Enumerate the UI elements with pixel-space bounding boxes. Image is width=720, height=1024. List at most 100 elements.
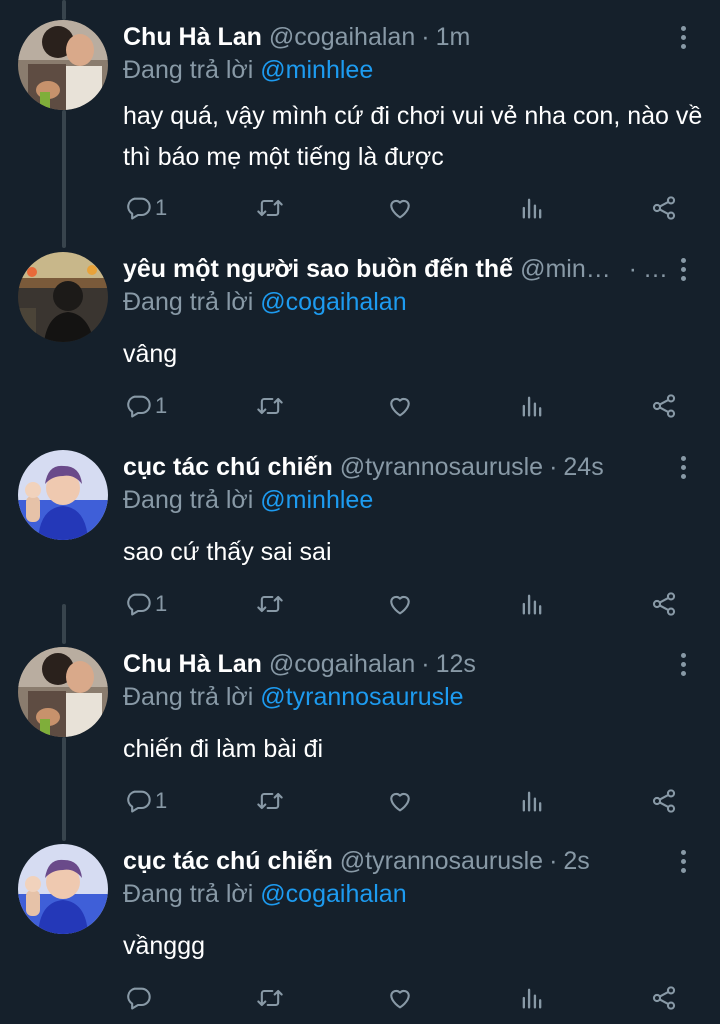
more-options-icon[interactable]: [672, 22, 694, 52]
like-button[interactable]: [386, 981, 414, 1015]
avatar[interactable]: [18, 450, 108, 540]
analytics-button[interactable]: [518, 191, 546, 225]
reply-count: 1: [155, 788, 168, 813]
avatar[interactable]: [18, 844, 108, 934]
tweet-header: cục tác chú chiến @tyrannosaurusle · 24s: [123, 450, 668, 484]
replying-to-mention[interactable]: @tyrannosaurusle: [260, 683, 463, 711]
tweet-actions: [0, 981, 720, 1015]
share-button[interactable]: [650, 191, 678, 225]
analytics-icon: [522, 396, 542, 417]
tweet-text: sao cứ thấy sai sai: [123, 538, 332, 566]
retweet-button[interactable]: [256, 389, 284, 423]
share-icon: [652, 394, 676, 418]
like-icon: [390, 595, 410, 615]
replying-to-mention[interactable]: @minhlee: [260, 486, 373, 514]
reply-button[interactable]: 1: [124, 191, 167, 225]
analytics-button[interactable]: [518, 587, 546, 621]
tweet-actions: 1: [0, 389, 720, 423]
tweet-header: Chu Hà Lan @cogaihalan · 12s: [123, 647, 668, 681]
username[interactable]: @tyrannosaurusle: [340, 844, 543, 878]
share-button[interactable]: [650, 587, 678, 621]
tweet[interactable]: Chu Hà Lan @cogaihalan · 12s Đang trả lờ…: [0, 647, 720, 827]
username[interactable]: @minhlee: [520, 252, 623, 286]
retweet-button[interactable]: [256, 191, 284, 225]
display-name[interactable]: Chu Hà Lan: [123, 20, 262, 54]
timestamp[interactable]: 2s: [563, 844, 589, 878]
share-button[interactable]: [650, 389, 678, 423]
more-options-icon[interactable]: [672, 649, 694, 679]
username[interactable]: @cogaihalan: [269, 20, 415, 54]
like-icon: [390, 199, 410, 219]
retweet-icon: [257, 792, 283, 810]
retweet-icon: [257, 397, 283, 415]
retweet-icon: [257, 989, 283, 1007]
like-button[interactable]: [386, 784, 414, 818]
avatar[interactable]: [18, 252, 108, 342]
reply-icon: [127, 197, 151, 220]
like-icon: [390, 792, 410, 812]
tweet[interactable]: yêu một người sao buồn đến thế @minhlee …: [0, 252, 720, 432]
replying-to-mention[interactable]: @minhlee: [260, 56, 373, 84]
avatar[interactable]: [18, 20, 108, 110]
tweet-text: vâng: [123, 340, 178, 368]
tweet-actions: 1: [0, 784, 720, 818]
display-name[interactable]: cục tác chú chiến: [123, 450, 333, 484]
share-button[interactable]: [650, 981, 678, 1015]
reply-icon: [127, 395, 151, 418]
tweet-text: hay quá, vậy mình cứ đi chơi vui vẻ nha …: [123, 102, 703, 171]
analytics-button[interactable]: [518, 981, 546, 1015]
avatar-image: [18, 20, 108, 110]
analytics-button[interactable]: [518, 784, 546, 818]
analytics-icon: [522, 791, 542, 812]
reply-button[interactable]: 1: [124, 389, 167, 423]
avatar[interactable]: [18, 647, 108, 737]
timestamp[interactable]: 12s: [436, 647, 476, 681]
reply-button[interactable]: 1: [124, 784, 167, 818]
more-options-icon[interactable]: [672, 254, 694, 284]
separator-dot: ·: [421, 650, 430, 678]
tweet[interactable]: cục tác chú chiến @tyrannosaurusle · 2s …: [0, 844, 720, 1024]
replying-to-mention[interactable]: @cogaihalan: [260, 288, 406, 316]
tweet[interactable]: cục tác chú chiến @tyrannosaurusle · 24s…: [0, 450, 720, 630]
retweet-button[interactable]: [256, 981, 284, 1015]
like-button[interactable]: [386, 587, 414, 621]
replying-to-label: Đang trả lời: [123, 288, 254, 316]
replying-to: Đang trả lời @cogaihalan: [123, 878, 407, 910]
reply-count: 1: [155, 393, 168, 418]
tweet[interactable]: Chu Hà Lan @cogaihalan · 1m Đang trả lời…: [0, 20, 720, 230]
like-button[interactable]: [386, 389, 414, 423]
share-icon: [652, 789, 676, 813]
replying-to-mention[interactable]: @cogaihalan: [260, 880, 406, 908]
reply-button[interactable]: 1: [124, 587, 167, 621]
reply-button[interactable]: [124, 981, 155, 1015]
display-name[interactable]: yêu một người sao buồn đến thế: [123, 252, 513, 286]
display-name[interactable]: Chu Hà Lan: [123, 647, 262, 681]
share-button[interactable]: [650, 784, 678, 818]
replying-to-label: Đang trả lời: [123, 486, 254, 514]
username[interactable]: @cogaihalan: [269, 647, 415, 681]
timestamp[interactable]: 1m: [436, 20, 471, 54]
retweet-button[interactable]: [256, 587, 284, 621]
tweet-actions: 1: [0, 587, 720, 621]
analytics-icon: [522, 988, 542, 1009]
replying-to: Đang trả lời @minhlee: [123, 54, 373, 86]
retweet-icon: [257, 595, 283, 613]
replying-to-label: Đang trả lời: [123, 56, 254, 84]
username[interactable]: @tyrannosaurusle: [340, 450, 543, 484]
thread-line: [62, 0, 66, 20]
separator-dot: ·: [549, 453, 558, 481]
more-options-icon[interactable]: [672, 846, 694, 876]
more-options-icon[interactable]: [672, 452, 694, 482]
like-button[interactable]: [386, 191, 414, 225]
timestamp[interactable]: 24s: [563, 450, 603, 484]
separator-dot: ·: [628, 255, 637, 283]
timestamp[interactable]: …: [643, 252, 668, 286]
separator-dot: ·: [549, 847, 558, 875]
reply-icon: [127, 790, 151, 813]
retweet-icon: [257, 199, 283, 217]
tweet-text: vầnggg: [123, 932, 206, 960]
display-name[interactable]: cục tác chú chiến: [123, 844, 333, 878]
retweet-button[interactable]: [256, 784, 284, 818]
avatar-image: [18, 647, 108, 737]
analytics-button[interactable]: [518, 389, 546, 423]
